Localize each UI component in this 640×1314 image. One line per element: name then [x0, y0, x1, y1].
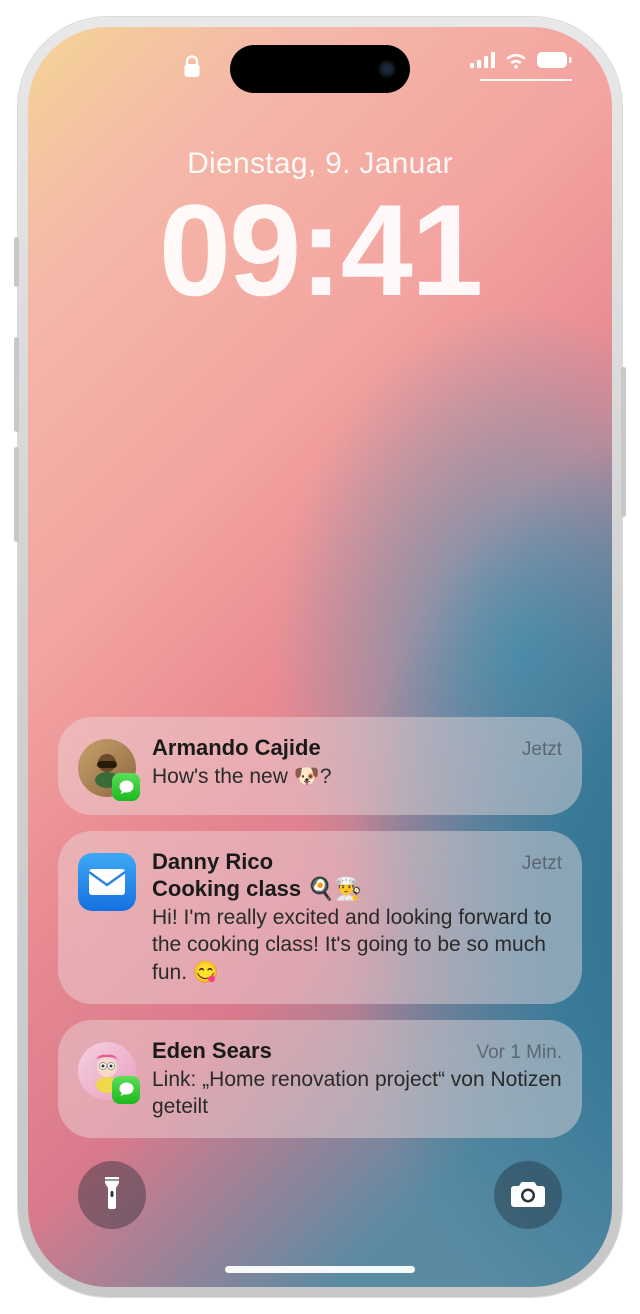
notification-time: Jetzt: [522, 853, 562, 875]
volume-up-button[interactable]: [14, 337, 19, 432]
notifications-stack: Armando Cajide Jetzt How's the new 🐶?: [58, 717, 582, 1138]
wifi-icon: [504, 51, 528, 69]
lock-screen-time: 09:41: [28, 185, 612, 315]
notification-item[interactable]: Eden Sears Vor 1 Min. Link: „Home renova…: [58, 1020, 582, 1139]
messages-app-badge-icon: [112, 773, 140, 801]
lock-icon: [183, 55, 201, 84]
iphone-device-frame: Dienstag, 9. Januar 09:41: [18, 17, 622, 1297]
battery-icon: [536, 51, 572, 69]
camera-button[interactable]: [494, 1161, 562, 1229]
status-bar-right: [470, 51, 572, 69]
notification-body: Hi! I'm really excited and looking forwa…: [152, 904, 562, 986]
status-underline: [480, 79, 572, 81]
power-button[interactable]: [621, 367, 626, 517]
notification-time: Jetzt: [522, 739, 562, 761]
home-indicator[interactable]: [225, 1266, 415, 1273]
flashlight-button[interactable]: [78, 1161, 146, 1229]
lock-screen-date: Dienstag, 9. Januar: [28, 147, 612, 181]
cellular-signal-icon: [470, 52, 496, 68]
volume-down-button[interactable]: [14, 447, 19, 542]
notification-body: How's the new 🐶?: [152, 763, 562, 790]
front-camera: [378, 60, 396, 78]
notification-sender: Armando Cajide: [152, 735, 321, 761]
flashlight-icon: [101, 1175, 123, 1216]
notification-sender: Danny Rico: [152, 849, 273, 875]
notification-item[interactable]: Armando Cajide Jetzt How's the new 🐶?: [58, 717, 582, 815]
notification-item[interactable]: Danny Rico Jetzt Cooking class 🍳👨‍🍳 Hi! …: [58, 831, 582, 1004]
camera-icon: [510, 1178, 546, 1213]
messages-app-badge-icon: [112, 1076, 140, 1104]
notification-subject: Cooking class 🍳👨‍🍳: [152, 876, 562, 902]
mail-app-icon: [78, 853, 136, 911]
silence-switch[interactable]: [14, 237, 19, 287]
notification-body: Link: „Home renovation project“ von Noti…: [152, 1066, 562, 1121]
notification-sender: Eden Sears: [152, 1038, 272, 1064]
lock-screen: Dienstag, 9. Januar 09:41: [28, 27, 612, 1287]
notification-time: Vor 1 Min.: [476, 1042, 562, 1064]
dynamic-island[interactable]: [230, 45, 410, 93]
